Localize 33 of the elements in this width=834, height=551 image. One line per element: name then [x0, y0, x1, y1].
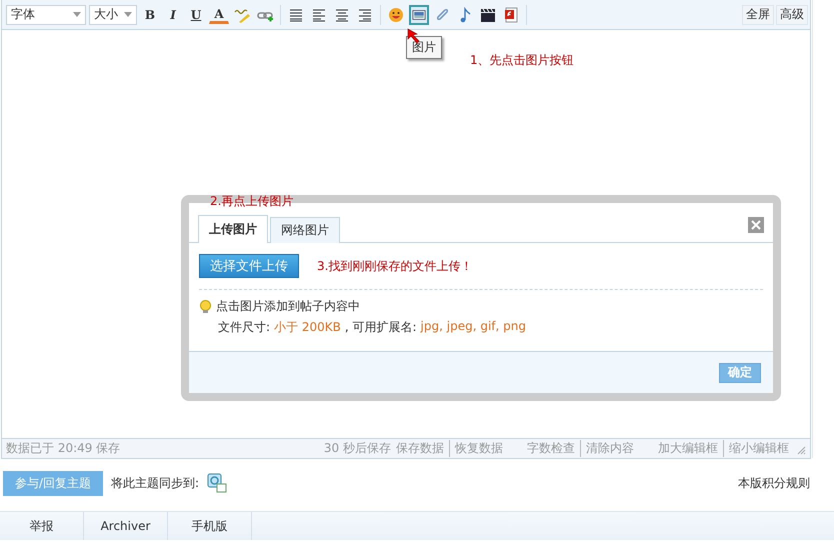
tip-text: 点击图片添加到帖子内容中 [216, 298, 360, 315]
tooltip: 图片 [406, 36, 442, 59]
image-icon[interactable] [409, 4, 429, 24]
toolbar-button[interactable]: 高级 [776, 4, 808, 24]
dropdown-select[interactable]: 字体 [6, 4, 86, 24]
footer-link[interactable]: 手机版 [168, 512, 252, 540]
tab[interactable]: 上传图片 [198, 215, 268, 243]
footer-link[interactable]: Archiver [84, 512, 168, 540]
annotation: 2.再点上传图片 [210, 193, 294, 210]
footer-link[interactable]: 举报 [0, 512, 84, 540]
rules-link[interactable]: 本版积分规则 [738, 474, 810, 492]
text-color-button[interactable]: A [209, 6, 229, 24]
annotation: 1、先点击图片按钮 [470, 52, 574, 69]
close-icon[interactable] [748, 217, 764, 233]
italic-button[interactable]: I [163, 4, 183, 24]
resize-grip-icon[interactable] [796, 444, 806, 454]
extensions-list: jpg, jpeg, gif, png [420, 319, 526, 336]
lightbulb-icon [199, 300, 212, 314]
annotation: 3.找到刚刚保存的文件上传！ [317, 258, 472, 274]
sync-icon[interactable] [207, 473, 228, 493]
tab[interactable]: 网络图片 [270, 217, 340, 243]
extensions-label: , 可用扩展名: [344, 319, 417, 336]
caret-icon [73, 12, 81, 17]
sync-label: 将此主题同步到: [111, 474, 200, 492]
toolbar-button[interactable]: 全屏 [742, 4, 774, 24]
autosave-text: 30 秒后保存 [324, 440, 391, 457]
caret-icon [124, 12, 132, 17]
size-label: 文件尺寸: [218, 319, 270, 336]
save-status: 数据已于 20:49 保存 [6, 440, 120, 457]
bold-button[interactable]: B [140, 4, 160, 24]
dropdown-select[interactable]: 大小 [89, 4, 137, 24]
underline-button[interactable]: U [186, 4, 206, 24]
size-limit: 小于 200KB [274, 319, 341, 336]
